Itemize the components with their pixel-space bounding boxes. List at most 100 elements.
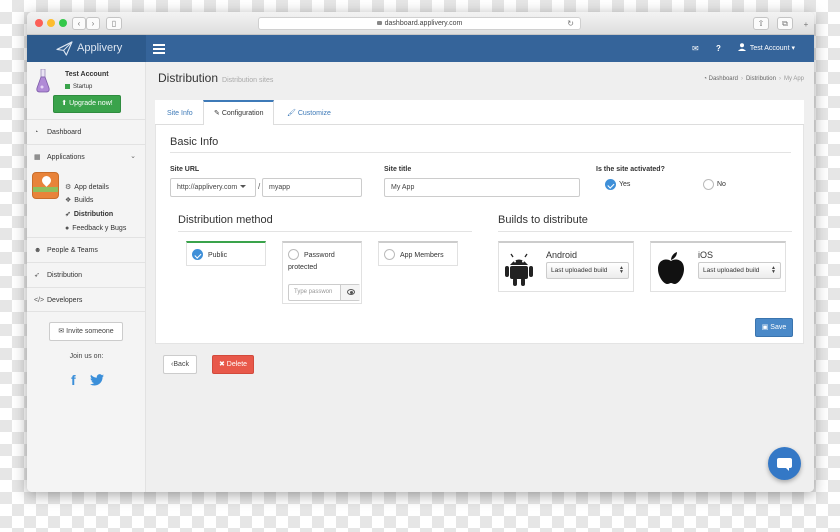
brush-icon: 🖌 — [287, 110, 296, 117]
invite-label: Invite someone — [66, 328, 114, 335]
url-slug-input[interactable]: myapp — [262, 178, 362, 197]
save-label: Save — [770, 324, 787, 331]
site-title-input[interactable]: My App — [384, 178, 580, 197]
tab-site-info[interactable]: Site Info — [157, 100, 203, 125]
back-nav-icon[interactable]: ‹ — [72, 17, 86, 30]
subitem-label: Distribution — [73, 211, 114, 218]
method-members-radio[interactable] — [384, 249, 395, 260]
dashboard-icon: ◔ — [34, 129, 39, 136]
menu-toggle-icon[interactable] — [153, 44, 165, 56]
twitter-icon[interactable] — [90, 374, 104, 386]
method-members-card[interactable]: App Members — [378, 241, 458, 266]
address-bar[interactable]: dashboard.applivery.com ↻ — [258, 17, 581, 30]
sidebar-item-label: People & Teams — [47, 247, 98, 254]
tab-bar: Site Info ✎ Configuration 🖌 Customize — [155, 100, 804, 126]
tab-label: Customize — [297, 110, 331, 117]
no-label: No — [717, 181, 726, 188]
comment-icon: ● — [65, 225, 70, 232]
sidebar-item-people[interactable]: ☻ People & Teams — [27, 237, 146, 262]
user-icon — [738, 43, 746, 51]
brand-name: Applivery — [77, 42, 123, 54]
chevron-down-icon: ▾ — [791, 45, 795, 52]
url-separator: / — [258, 182, 261, 191]
sidebar-item-developers[interactable]: </> Developers — [27, 287, 146, 312]
tab-customize[interactable]: 🖌 Customize — [277, 100, 341, 125]
back-label: Back — [173, 361, 189, 368]
reload-icon[interactable]: ↻ — [567, 18, 574, 29]
app-logo[interactable] — [32, 172, 59, 199]
page-subtitle: Distribution sites — [222, 77, 274, 84]
sidebar-account-name: Test Account — [65, 71, 109, 78]
url-prefix-value: http://applivery.com — [177, 184, 238, 191]
breadcrumb-item-current: My App — [783, 76, 804, 82]
method-password-card[interactable]: Password protected Type passwon — [282, 241, 362, 304]
save-button[interactable]: ▣ Save — [755, 318, 793, 337]
ios-build-select[interactable]: Last uploaded build ▲ ▼ — [698, 262, 781, 279]
subitem-app-details[interactable]: ⚙ App details — [65, 183, 109, 193]
subitem-label: Builds — [74, 197, 94, 204]
browser-toolbar: ‹ › ▯ dashboard.applivery.com ↻ ⇧ ⧉ + — [27, 12, 814, 35]
top-navbar: Applivery ✉ ? Test Account ▾ — [27, 35, 814, 62]
share-icon[interactable]: ⇧ — [753, 17, 769, 30]
grid-icon: ▦ — [34, 154, 41, 161]
android-build-select[interactable]: Last uploaded build ▲ ▼ — [546, 262, 629, 279]
page-title: Distribution Distribution sites — [158, 71, 273, 85]
tab-configuration[interactable]: ✎ Configuration — [203, 100, 275, 126]
subitem-label: App details — [74, 184, 109, 191]
activated-no-radio[interactable] — [703, 179, 714, 190]
help-icon[interactable]: ? — [716, 43, 721, 54]
minimize-window-button[interactable] — [47, 19, 55, 27]
url-prefix-select[interactable]: http://applivery.com — [170, 178, 256, 197]
updown-icon: ▲ ▼ — [771, 265, 776, 275]
envelope-icon: ✉ — [58, 328, 65, 335]
subitem-feedback[interactable]: ● Feedback y Bugs — [65, 224, 126, 234]
subitem-distribution[interactable]: ➶ Distribution — [65, 210, 113, 220]
upgrade-label: Upgrade now! — [69, 100, 113, 107]
url-slug-value: myapp — [269, 184, 291, 191]
android-build-value: Last uploaded build — [551, 267, 608, 274]
method-members-label: App Members — [400, 252, 444, 259]
distribution-method-heading: Distribution method — [178, 214, 273, 226]
zoom-window-button[interactable] — [59, 19, 67, 27]
account-menu[interactable]: Test Account ▾ — [738, 43, 795, 54]
delete-button[interactable]: ✖ Delete — [212, 355, 254, 374]
divider — [498, 231, 792, 232]
breadcrumb-item-dashboard[interactable]: Dashboard — [709, 76, 738, 82]
join-us-text: Join us on: — [69, 353, 104, 360]
activated-yes-radio[interactable] — [605, 179, 616, 190]
delete-label: Delete — [226, 361, 248, 368]
new-tab-icon[interactable]: + — [799, 19, 813, 32]
apple-icon — [658, 252, 684, 284]
flask-avatar-icon — [36, 69, 50, 93]
facebook-icon[interactable]: f — [71, 372, 76, 388]
upgrade-button[interactable]: ⬆ Upgrade now! — [53, 95, 121, 113]
invite-button[interactable]: ✉ Invite someone — [49, 322, 123, 341]
breadcrumb-item-distribution[interactable]: Distribution — [746, 76, 776, 82]
send-icon: ➶ — [65, 211, 71, 218]
method-public-radio[interactable] — [192, 249, 203, 260]
tab-label: Site Info — [167, 110, 193, 117]
browser-window: ‹ › ▯ dashboard.applivery.com ↻ ⇧ ⧉ + Ap… — [27, 12, 814, 492]
sidebar-item-dashboard[interactable]: ◔ Dashboard — [27, 119, 146, 144]
password-input[interactable]: Type passwon — [288, 284, 360, 301]
tabs-overview-icon[interactable]: ⧉ — [777, 17, 793, 30]
chat-widget-button[interactable] — [768, 447, 801, 480]
sidebar-item-distribution[interactable]: ➶ Distribution — [27, 262, 146, 287]
method-public-card[interactable]: Public — [186, 241, 266, 266]
back-button[interactable]: ‹Back — [163, 355, 197, 374]
subitem-builds[interactable]: ❖ Builds — [65, 196, 93, 206]
close-window-button[interactable] — [35, 19, 43, 27]
builds-heading: Builds to distribute — [498, 214, 588, 226]
caret-down-icon — [240, 185, 247, 188]
account-name: Test Account — [749, 45, 790, 52]
lock-icon — [376, 21, 382, 25]
mail-icon[interactable]: ✉ — [692, 43, 699, 54]
gear-icon: ⚙ — [65, 184, 72, 191]
ios-platform-name: iOS — [698, 250, 714, 260]
forward-nav-icon[interactable]: › — [86, 17, 100, 30]
sidebar-toggle-icon[interactable]: ▯ — [106, 17, 122, 30]
plan-badge: Startup — [65, 84, 92, 90]
breadcrumb: ◔ Dashboard › Distribution › My App — [703, 76, 804, 82]
brand-logo[interactable]: Applivery — [27, 35, 146, 62]
eye-icon[interactable] — [340, 285, 360, 300]
